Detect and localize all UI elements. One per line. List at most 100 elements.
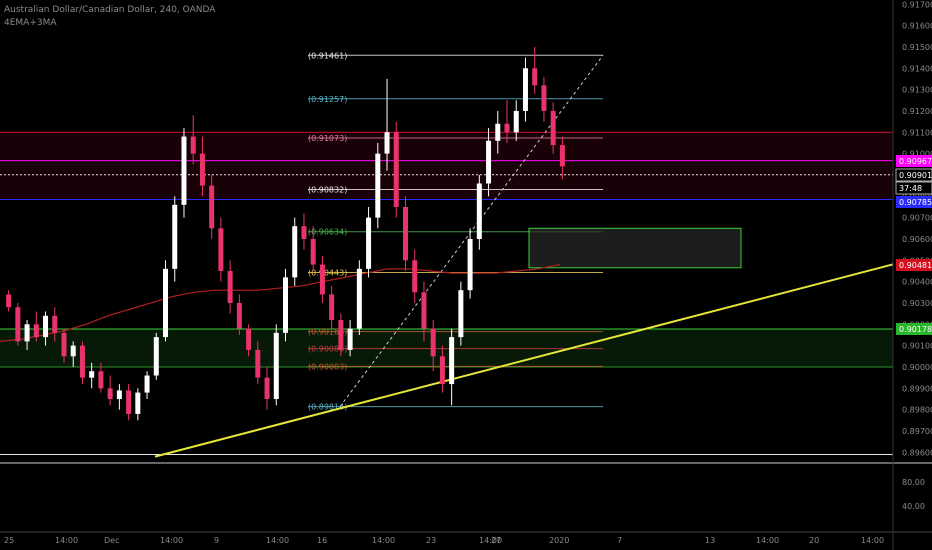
candle-body (439, 356, 445, 385)
y-tick-label: 0.90400 (902, 278, 932, 287)
fib-label-4: (0.90634) (308, 228, 347, 237)
candle-body (522, 68, 528, 111)
candle-body (356, 268, 362, 329)
fib-label-1: (0.91257) (308, 95, 347, 104)
x-tick-label: 27 (491, 536, 501, 545)
price-label: 0.90901 (899, 171, 932, 180)
y-tick-label: 0.90700 (902, 214, 932, 223)
candle-body (486, 140, 492, 184)
x-tick-label: 14:00 (266, 536, 289, 545)
candle-body (366, 217, 372, 269)
candle-body (172, 204, 178, 269)
y-tick-label: 0.90300 (902, 299, 932, 308)
price-label: 0.90785 (899, 198, 932, 207)
price-label: 0.90178 (899, 325, 932, 334)
fib-label-5: (0.90443) (308, 268, 347, 277)
candle-body (412, 260, 418, 293)
candle-body (246, 328, 252, 350)
x-tick-label: Dec (104, 536, 119, 545)
candle-body (292, 226, 298, 278)
candle-body (153, 337, 159, 376)
y-tick-label: 0.91600 (902, 22, 932, 31)
candle-body (301, 226, 307, 239)
candle-body (43, 315, 49, 338)
x-tick-label: 23 (426, 536, 436, 545)
candle-body (495, 123, 501, 141)
candlestick-chart[interactable]: (0.91461) (0.91257) (0.91073) (0.90832) (0.9… (0, 0, 932, 550)
candle-body (70, 345, 76, 357)
candle-body (126, 390, 132, 414)
fib-label-0: (0.91461) (308, 51, 347, 60)
price-label: 0.90967 (899, 157, 932, 166)
indicator-label: 4EMA+3MA (4, 18, 57, 28)
x-tick-label: 14:00 (160, 536, 183, 545)
x-tick-label: 13 (705, 536, 715, 545)
x-tick-label: 14:00 (756, 536, 779, 545)
candle-body (458, 290, 464, 338)
y-tick-label: 0.90000 (902, 363, 932, 372)
y-tick-label: 0.89800 (902, 406, 932, 415)
candle-body (393, 132, 399, 207)
candle-body (255, 349, 261, 378)
candle-body (209, 185, 215, 229)
candle-body (199, 153, 205, 186)
y-tick-label: 0.89700 (902, 427, 932, 436)
fib-label-2: (0.91073) (308, 134, 347, 143)
candle-body (449, 337, 455, 385)
candle-body (163, 268, 169, 338)
x-tick-label: 9 (214, 536, 219, 545)
x-tick-label: 16 (317, 536, 327, 545)
x-tick-label: 14:00 (55, 536, 78, 545)
candle-body (79, 345, 85, 378)
candle-body (283, 277, 288, 333)
fib-label-3: (0.90832) (308, 185, 347, 194)
x-tick-label: 7 (617, 536, 622, 545)
candle-body (273, 332, 279, 399)
candle-body (264, 377, 270, 399)
osc-tick-label: 80.00 (902, 478, 925, 487)
candle-body (347, 328, 353, 350)
x-tick-label: 2020 (549, 536, 569, 545)
candle-body (181, 136, 187, 205)
fib-label-8: (0.90003) (308, 362, 347, 371)
candle-body (144, 375, 150, 393)
chart-root: (0.91461) (0.91257) (0.91073) (0.90832) (0.9… (0, 0, 932, 550)
price-label: 0.90481 (899, 261, 932, 270)
y-tick-label: 0.91100 (902, 128, 932, 137)
candle-body (402, 206, 408, 261)
candle-body (532, 68, 538, 86)
candle-body (227, 270, 233, 303)
candle-body (467, 238, 473, 291)
candle-body (190, 136, 196, 154)
candle-body (541, 85, 547, 111)
candle-body (375, 153, 381, 218)
candle-body (559, 145, 565, 167)
candle-body (430, 328, 436, 357)
candle-body (6, 294, 12, 308)
candle-body (218, 228, 224, 271)
osc-tick-label: 40.00 (902, 502, 925, 511)
y-tick-label: 0.91500 (902, 43, 932, 52)
candle-body (61, 332, 67, 357)
candle-body (513, 110, 519, 133)
y-tick-label: 0.90600 (902, 235, 932, 244)
candle-body (52, 315, 58, 333)
x-tick-label: 20 (809, 536, 819, 545)
y-tick-label: 0.91200 (902, 107, 932, 116)
candle-body (550, 110, 556, 146)
candle-body (15, 307, 21, 342)
support-zone (0, 329, 893, 367)
candle-body (384, 132, 390, 154)
y-tick-label: 0.90100 (902, 342, 932, 351)
y-tick-label: 0.91300 (902, 86, 932, 95)
candle-body (310, 238, 316, 265)
target-box (528, 227, 742, 269)
y-tick-label: 0.89900 (902, 384, 932, 393)
candle-body (338, 320, 344, 350)
candle-body (33, 324, 39, 338)
candle-body (135, 392, 141, 414)
candle-body (24, 324, 30, 342)
candle-body (98, 371, 104, 389)
candle-body (329, 294, 335, 321)
candle-body (107, 388, 113, 399)
